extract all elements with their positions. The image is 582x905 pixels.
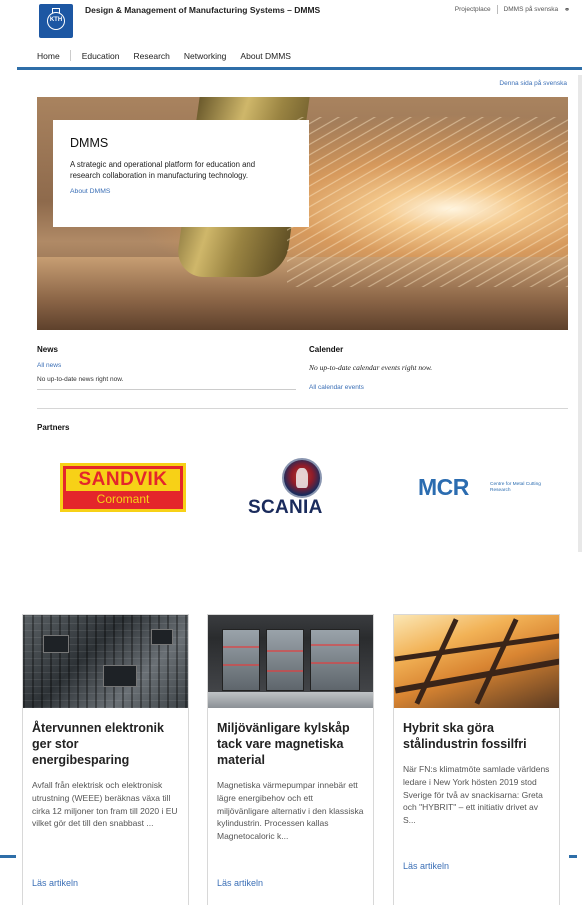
calendar-section: Calender No up-to-date calendar events r…	[309, 345, 569, 391]
fridge-shape	[310, 629, 360, 691]
section-divider	[37, 408, 568, 409]
floor-shape	[208, 692, 373, 708]
about-dmms-link[interactable]: About DMMS	[70, 188, 293, 195]
scania-logo-text[interactable]: SCANIA	[248, 497, 323, 519]
fridge-shape	[266, 629, 304, 691]
chip-shape	[151, 629, 173, 645]
article-title[interactable]: Återvunnen elektronik ger stor energibes…	[23, 708, 188, 768]
beam-shape	[394, 633, 559, 662]
hero-text: A strategic and operational platform for…	[70, 160, 256, 180]
sandvik-sub: Coromant	[96, 492, 150, 506]
shelf-line	[311, 662, 359, 664]
nav-item-about[interactable]: About DMMS	[240, 51, 291, 61]
read-article-link[interactable]: Läs artikeln	[32, 878, 78, 888]
nav-divider	[69, 50, 71, 61]
news-empty-text: No up-to-date news right now.	[37, 376, 296, 390]
chip-shape	[103, 665, 137, 687]
shelf-line	[311, 644, 359, 646]
article-title[interactable]: Hybrit ska göra stålindustrin fossilfri	[394, 708, 559, 752]
shelf-line	[267, 670, 303, 672]
globe-icon[interactable]: ⚭	[564, 6, 570, 14]
griffin-shape	[296, 468, 308, 488]
sandvik-name: SANDVIK	[78, 469, 168, 490]
swedish-page-link[interactable]: Denna sida på svenska	[499, 80, 567, 87]
all-news-link[interactable]: All news	[37, 362, 296, 369]
hero-title: DMMS	[70, 136, 109, 150]
article-excerpt: Magnetiska värmepumpar innebär ett lägre…	[217, 780, 364, 842]
shelf-line	[223, 646, 259, 648]
partners-heading: Partners	[37, 423, 70, 432]
article-card[interactable]: Återvunnen elektronik ger stor energibes…	[22, 614, 189, 905]
nav-item-networking[interactable]: Networking	[184, 51, 227, 61]
logo-text: KTH	[49, 17, 63, 23]
all-calendar-events-link[interactable]: All calendar events	[309, 384, 569, 391]
read-article-link[interactable]: Läs artikeln	[403, 861, 449, 871]
beam-shape	[474, 618, 519, 705]
shelf-line	[223, 664, 259, 666]
article-image-electronics	[23, 615, 188, 708]
mcr-logo[interactable]: MCR	[418, 474, 469, 501]
fridge-shape	[222, 629, 260, 691]
nav-item-home[interactable]: Home	[37, 51, 60, 61]
chip-shape	[43, 635, 69, 653]
news-heading: News	[37, 345, 58, 354]
scania-griffin-icon[interactable]	[282, 458, 322, 498]
nav-item-research[interactable]: Research	[134, 51, 170, 61]
article-title[interactable]: Miljövänligare kylskåp tack vare magneti…	[208, 708, 373, 768]
main-nav: Home Education Research Networking About…	[37, 50, 305, 61]
site-shadow	[578, 75, 582, 552]
article-card[interactable]: Hybrit ska göra stålindustrin fossilfri …	[393, 614, 560, 905]
news-section: News All news No up-to-date news right n…	[37, 345, 296, 390]
divider	[496, 5, 498, 14]
swedish-version-link[interactable]: DMMS på svenska	[504, 6, 559, 13]
article-excerpt: Avfall från elektrisk och elektronisk ut…	[32, 780, 178, 829]
calendar-empty-text: No up-to-date calendar events right now.	[309, 363, 433, 372]
article-excerpt: När FN:s klimatmöte samlade världens led…	[403, 764, 550, 826]
hero-card: DMMS A strategic and operational platfor…	[53, 120, 309, 227]
article-card[interactable]: Miljövänligare kylskåp tack vare magneti…	[207, 614, 374, 905]
article-image-fridges	[208, 615, 373, 708]
read-article-link[interactable]: Läs artikeln	[217, 878, 263, 888]
accent-line-right	[569, 855, 577, 858]
accent-line-left	[0, 855, 16, 858]
beam-shape	[414, 618, 459, 705]
kth-logo[interactable]: KTH	[39, 4, 73, 38]
calendar-heading: Calender	[309, 345, 344, 354]
sandvik-coromant-logo[interactable]: SANDVIK Coromant	[60, 463, 186, 512]
top-links: Projectplace DMMS på svenska ⚭	[455, 5, 570, 14]
site-title[interactable]: Design & Management of Manufacturing Sys…	[85, 5, 320, 15]
mcr-logo-sub: Centre for Metal Cutting Research	[490, 482, 541, 493]
article-image-steel	[394, 615, 559, 708]
projectplace-link[interactable]: Projectplace	[455, 6, 491, 13]
hero-sparks	[287, 117, 568, 287]
beam-shape	[394, 658, 559, 694]
partners-section: Partners	[37, 423, 69, 432]
nav-item-education[interactable]: Education	[82, 51, 120, 61]
shelf-line	[267, 650, 303, 652]
nav-accent-bar	[17, 67, 582, 70]
